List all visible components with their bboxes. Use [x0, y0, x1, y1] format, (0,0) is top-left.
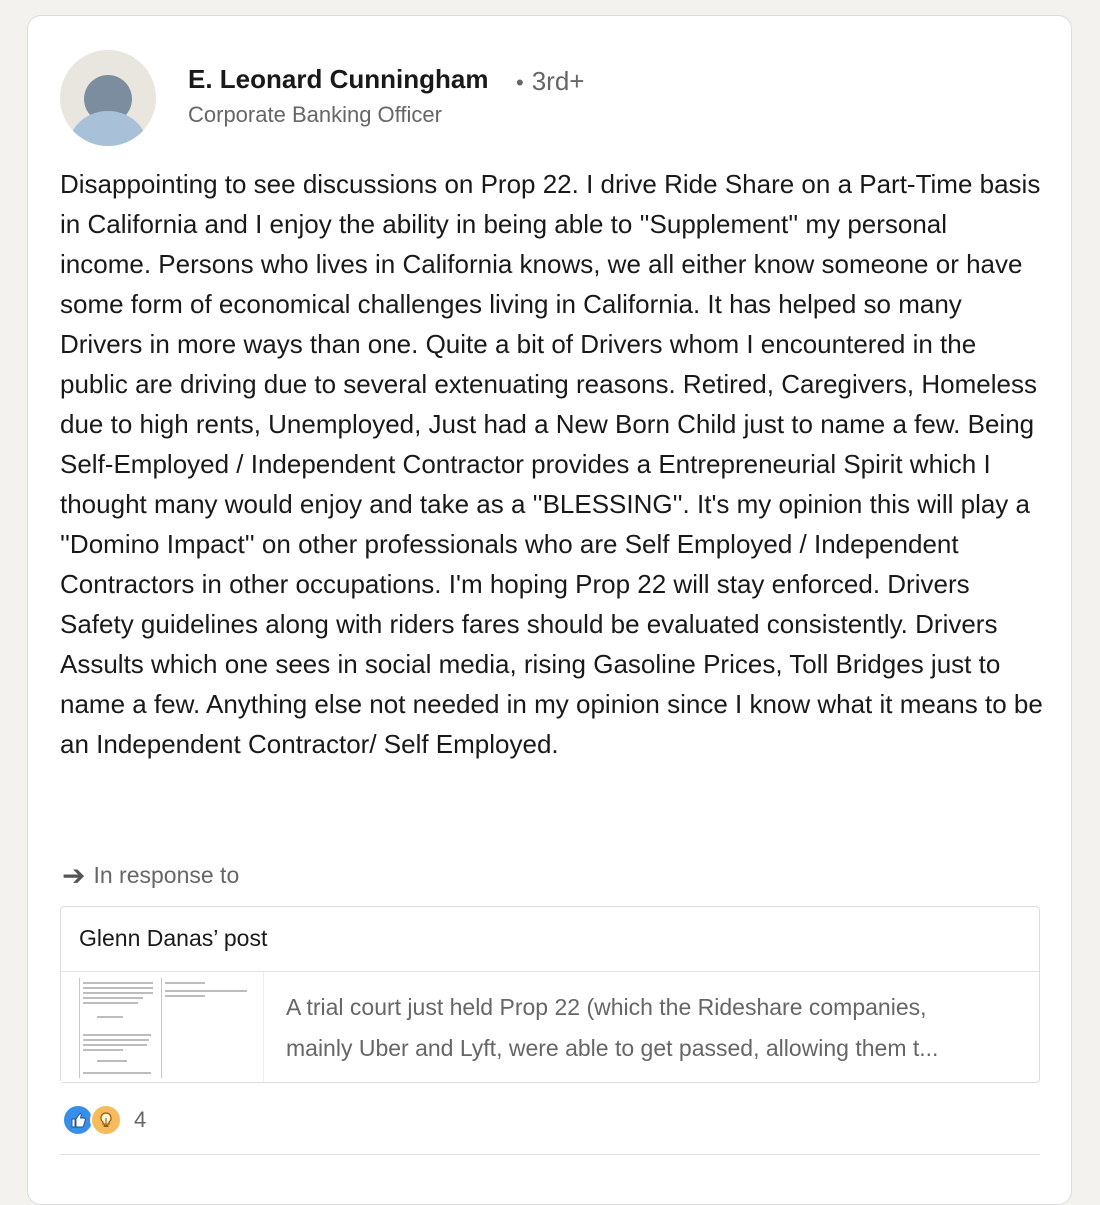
thumbnail-line: [83, 1072, 151, 1074]
thumbnail-line: [83, 1044, 147, 1046]
avatar-body: [69, 111, 147, 146]
snippet-line: mainly Uber and Lyft, were able to get p…: [286, 1035, 939, 1061]
thumbnail-line: [83, 1002, 138, 1004]
thumbnail-line: [97, 1060, 127, 1062]
thumbnail-line: [83, 982, 153, 984]
thumbnail-line: [83, 1034, 151, 1036]
degree-label: 3rd+: [531, 66, 585, 96]
thumbnail-line: [83, 997, 143, 999]
referenced-post-snippet[interactable]: A trial court just held Prop 22 (which t…: [286, 987, 1016, 1069]
author-name[interactable]: E. Leonard Cunningham: [188, 64, 488, 95]
avatar[interactable]: [60, 50, 156, 146]
thumbnail-line: [165, 982, 205, 984]
comment-body: Disappointing to see discussions on Prop…: [60, 169, 1043, 759]
reactions-summary[interactable]: 4: [62, 1104, 146, 1136]
thumbnail-line: [83, 987, 153, 989]
thumbnail-rule: [161, 978, 162, 1078]
divider: [60, 1154, 1040, 1155]
reaction-count: 4: [134, 1107, 147, 1132]
thumbnail-rule: [79, 978, 80, 1078]
referenced-post-card[interactable]: Glenn Danas’ post A trial court just hel…: [60, 906, 1040, 1083]
degree-separator: •: [516, 70, 524, 95]
referenced-post-thumbnail[interactable]: [61, 972, 264, 1082]
connection-degree: • 3rd+: [516, 66, 584, 97]
thumbnail-line: [165, 990, 247, 992]
referenced-post-title[interactable]: Glenn Danas’ post: [79, 925, 267, 952]
author-headline: Corporate Banking Officer: [188, 102, 442, 127]
arrow-right-icon: ➔: [62, 860, 86, 891]
comment-card: E. Leonard Cunningham • 3rd+ Corporate Ba…: [27, 15, 1072, 1205]
thumbnail-line: [83, 1039, 149, 1041]
thumbnail-line: [83, 1049, 123, 1051]
insightful-icon: [90, 1104, 122, 1136]
thumbnail-line: [97, 1016, 123, 1018]
snippet-line: A trial court just held Prop 22 (which t…: [286, 994, 927, 1020]
thumbnail-line: [83, 992, 153, 994]
in-response-label: In response to: [93, 862, 240, 888]
in-response-to: ➔ In response to: [62, 859, 239, 892]
thumbnail-line: [165, 995, 205, 997]
